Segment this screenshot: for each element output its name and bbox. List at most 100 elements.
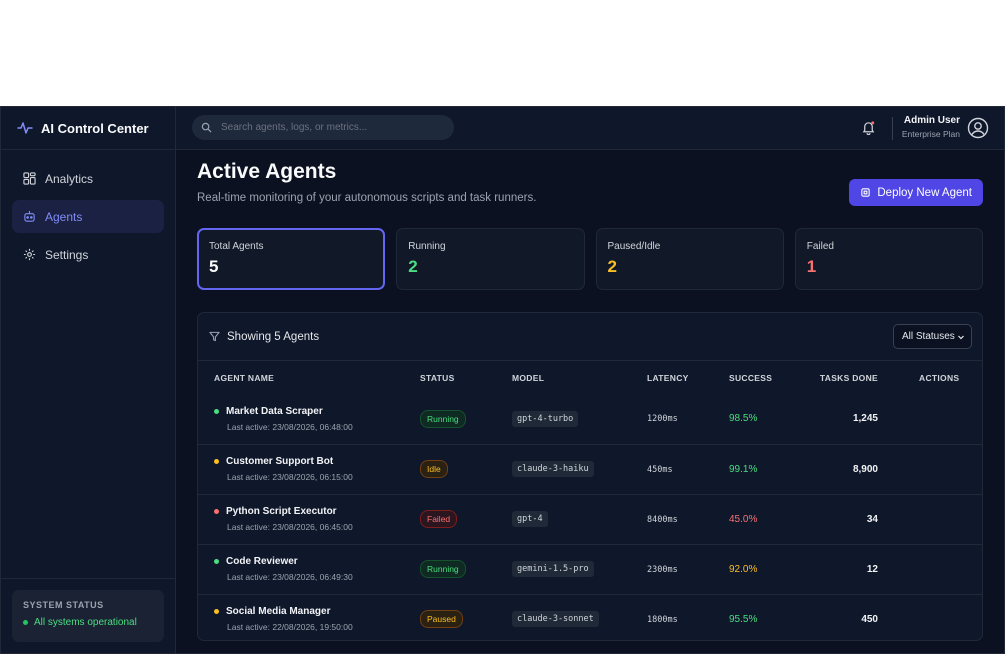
system-status-text: All systems operational — [34, 617, 137, 628]
latency-value: 8400ms — [647, 514, 678, 525]
status-dot-icon — [214, 609, 219, 615]
table-heading: Showing 5 Agents — [227, 330, 320, 343]
agent-name-line: Code Reviewer — [214, 556, 420, 567]
main-content: Active Agents Real-time monitoring of yo… — [176, 150, 1004, 653]
search-icon — [201, 122, 212, 133]
actions-cell — [878, 443, 982, 494]
topbar: Admin User Enterprise Plan — [176, 107, 1004, 150]
tasks-value: 34 — [866, 513, 878, 525]
table-row[interactable]: Customer Support Bot Last active: 23/08/2… — [198, 443, 982, 494]
agent-name[interactable]: Social Media Manager — [226, 606, 330, 617]
search-input[interactable] — [219, 121, 439, 134]
bell-icon[interactable] — [861, 120, 876, 135]
deploy-label: Deploy New Agent — [877, 186, 972, 199]
stat-card-failed[interactable]: Failed 1 — [794, 228, 983, 290]
latency-cell: 450ms — [647, 443, 729, 494]
system-status-card: SYSTEM STATUS All systems operational — [12, 590, 164, 642]
table-row[interactable]: Social Media Manager Last active: 22/08/2… — [198, 593, 982, 640]
agent-name[interactable]: Customer Support Bot — [226, 456, 333, 467]
table-row[interactable]: Python Script Executor Last active: 23/08… — [198, 493, 982, 544]
model-tag: gpt-4-turbo — [512, 410, 579, 427]
sidebar-item-analytics[interactable]: Analytics — [12, 162, 164, 195]
agent-name-cell: Customer Support Bot Last active: 23/08/2… — [198, 443, 420, 494]
table-row[interactable]: Code Reviewer Last active: 23/08/2026, 06… — [198, 543, 982, 594]
latency-value: 1800ms — [647, 614, 678, 625]
column-header[interactable]: MODEL — [512, 361, 647, 394]
column-header[interactable]: AGENT NAME — [198, 361, 420, 394]
stat-card-running[interactable]: Running 2 — [396, 228, 585, 290]
status-dot-icon — [214, 459, 219, 464]
sidebar-item-agents[interactable]: Agents — [12, 200, 164, 233]
app-title: AI Control Center — [41, 120, 149, 136]
column-header[interactable]: TASKS DONE — [805, 361, 878, 394]
system-status-line: All systems operational — [23, 617, 153, 628]
agent-name[interactable]: Python Script Executor — [226, 506, 337, 517]
stat-value: 5 — [209, 257, 219, 276]
model-cell: claude-3-haiku — [512, 443, 647, 494]
success-cell: 92.0% — [729, 543, 805, 594]
sidebar-item-label: Analytics — [45, 171, 94, 186]
agents-table-body: Market Data Scraper Last active: 23/08/20… — [198, 394, 982, 640]
agent-name-line: Customer Support Bot — [214, 456, 420, 467]
success-value: 95.5% — [729, 613, 758, 625]
success-value: 45.0% — [729, 513, 758, 525]
table-header-bar: Showing 5 Agents All Statuses — [198, 313, 982, 361]
agent-name[interactable]: Code Reviewer — [226, 556, 298, 567]
user-info[interactable]: Admin User Enterprise Plan — [902, 115, 960, 139]
tasks-value: 1,245 — [852, 413, 878, 425]
success-cell: 45.0% — [729, 493, 805, 544]
table-row[interactable]: Market Data Scraper Last active: 23/08/20… — [198, 394, 982, 444]
stat-value: 2 — [607, 257, 617, 276]
model-tag: gemini-1.5-pro — [512, 561, 594, 577]
status-dot-icon — [23, 620, 28, 625]
tasks-cell: 1,245 — [805, 394, 878, 444]
status-cell: Running — [420, 543, 512, 594]
brand[interactable]: AI Control Center — [1, 107, 175, 150]
agent-name-cell: Python Script Executor Last active: 23/08… — [198, 493, 420, 544]
agent-name-line: Market Data Scraper — [214, 406, 420, 417]
user-avatar-icon[interactable] — [967, 117, 989, 139]
actions-cell — [878, 543, 982, 594]
search-bar[interactable] — [192, 115, 454, 140]
sidebar-item-settings[interactable]: Settings — [12, 238, 164, 271]
agent-name-cell: Code Reviewer Last active: 23/08/2026, 06… — [198, 543, 420, 594]
agents-table: AGENT NAME STATUS MODEL LATENCY SUCCESS … — [198, 361, 982, 640]
column-header[interactable]: LATENCY — [647, 361, 729, 394]
model-cell: gpt-4 — [512, 493, 647, 544]
agent-name[interactable]: Market Data Scraper — [226, 406, 323, 417]
stat-card-paused-idle[interactable]: Paused/Idle 2 — [595, 228, 784, 290]
sidebar: AI Control Center Analytics Agents Setti… — [1, 107, 176, 653]
latency-value: 2300ms — [647, 564, 678, 575]
model-cell: gpt-4-turbo — [512, 394, 647, 444]
column-header[interactable]: STATUS — [420, 361, 512, 394]
deploy-new-agent-button[interactable]: Deploy New Agent — [849, 179, 983, 206]
success-cell: 99.1% — [729, 443, 805, 494]
system-status-title: SYSTEM STATUS — [23, 600, 104, 610]
latency-cell: 1800ms — [647, 593, 729, 640]
agent-name-line: Social Media Manager — [214, 606, 420, 617]
sidebar-item-label: Settings — [45, 247, 89, 262]
system-status-section: SYSTEM STATUS All systems operational — [1, 578, 175, 653]
agent-last-active: Last active: 23/08/2026, 06:45:00 — [227, 522, 353, 532]
model-tag: claude-3-sonnet — [512, 611, 599, 628]
column-header[interactable]: ACTIONS — [878, 361, 982, 394]
latency-cell: 8400ms — [647, 493, 729, 544]
column-header[interactable]: SUCCESS — [729, 361, 805, 394]
stats-row: Total Agents 5 Running 2 Paused/Idle 2 F… — [197, 228, 983, 290]
user-name: Admin User — [903, 115, 960, 126]
model-tag: claude-3-haiku — [512, 461, 594, 477]
tasks-cell: 34 — [805, 493, 878, 544]
agent-last-active: Last active: 23/08/2026, 06:49:30 — [227, 572, 353, 582]
tasks-value: 8,900 — [852, 463, 878, 475]
actions-cell — [878, 493, 982, 544]
page-title: Active Agents — [197, 160, 337, 183]
table-header-row: AGENT NAME STATUS MODEL LATENCY SUCCESS … — [198, 361, 982, 394]
stat-card-total[interactable]: Total Agents 5 — [197, 228, 386, 290]
success-value: 98.5% — [729, 413, 758, 425]
bot-icon — [24, 210, 35, 222]
actions-cell — [878, 593, 982, 640]
agent-name-line: Python Script Executor — [214, 506, 420, 517]
agent-name-cell: Social Media Manager Last active: 22/08/2… — [198, 593, 420, 640]
status-filter-select[interactable]: All Statuses — [893, 324, 972, 349]
stat-label: Running — [408, 241, 446, 252]
